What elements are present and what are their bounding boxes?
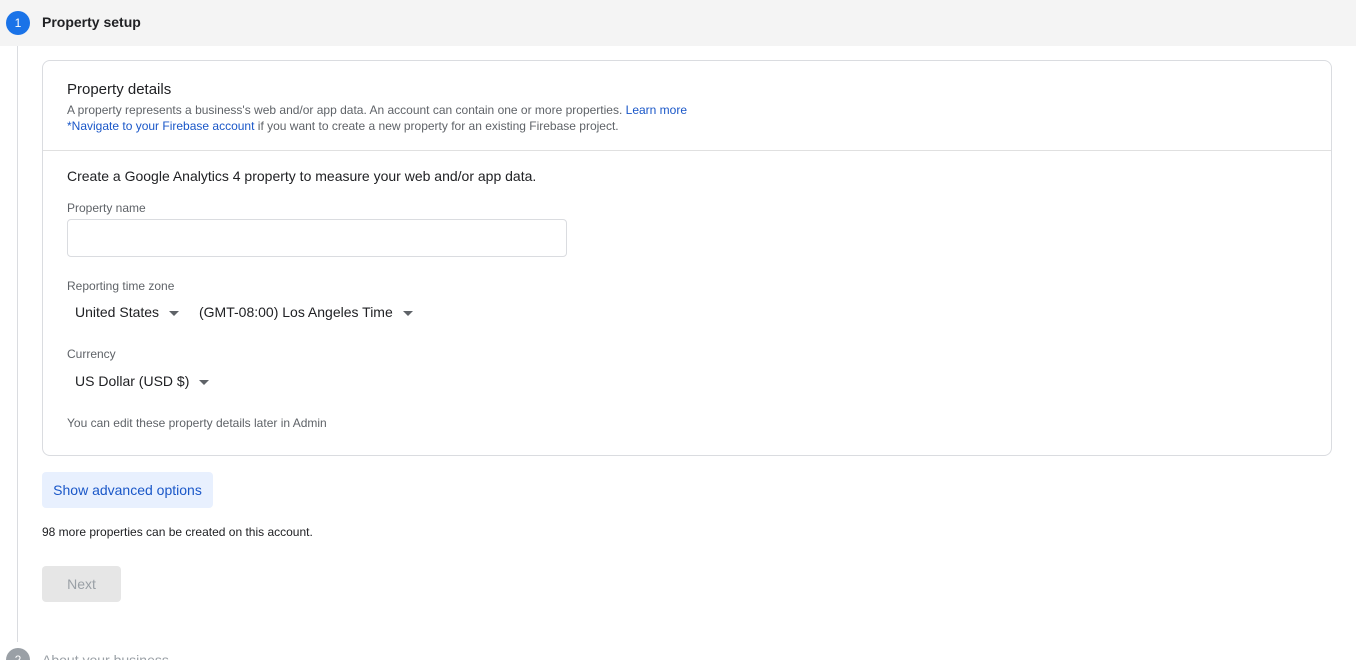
currency-select[interactable]: US Dollar (USD $): [75, 369, 210, 393]
chevron-down-icon: [199, 379, 210, 385]
description-line-2: *Navigate to your Firebase account if yo…: [67, 118, 687, 134]
card-title: Property details: [67, 81, 172, 98]
card-header: Property details A property represents a…: [43, 61, 1331, 151]
card-description: A property represents a business's web a…: [67, 102, 687, 134]
chevron-down-icon: [169, 310, 180, 316]
step-1-title: Property setup: [42, 14, 141, 30]
firebase-account-link[interactable]: *Navigate to your Firebase account: [67, 119, 254, 133]
currency-label: Currency: [67, 347, 116, 361]
timezone-select-value: (GMT-08:00) Los Angeles Time: [199, 304, 393, 320]
property-name-label: Property name: [67, 201, 146, 215]
timezone-label: Reporting time zone: [67, 279, 175, 293]
edit-later-hint: You can edit these property details late…: [67, 416, 327, 430]
description-text: A property represents a business's web a…: [67, 103, 623, 117]
description-line-1: A property represents a business's web a…: [67, 102, 687, 118]
step-2-title[interactable]: About your business: [42, 652, 169, 660]
scrollbar[interactable]: [1356, 0, 1367, 660]
stepper-connector: [17, 46, 18, 642]
firebase-description-text: if you want to create a new property for…: [257, 119, 619, 133]
chevron-down-icon: [402, 310, 413, 316]
next-button[interactable]: Next: [42, 566, 121, 602]
timezone-select[interactable]: (GMT-08:00) Los Angeles Time: [199, 300, 413, 324]
property-setup-page: 1 Property setup Property details A prop…: [0, 0, 1367, 660]
property-name-input[interactable]: [67, 219, 567, 257]
step-2-number: 2: [6, 648, 30, 660]
country-select-value: United States: [75, 304, 160, 320]
property-details-card: Property details A property represents a…: [42, 60, 1332, 456]
currency-select-value: US Dollar (USD $): [75, 373, 190, 389]
step-1-header[interactable]: 1 Property setup: [0, 0, 1356, 46]
step-1-number: 1: [6, 11, 30, 35]
learn-more-link[interactable]: Learn more: [626, 103, 687, 117]
show-advanced-options-button[interactable]: Show advanced options: [42, 472, 213, 508]
country-select[interactable]: United States: [75, 300, 180, 324]
create-property-lead: Create a Google Analytics 4 property to …: [67, 168, 537, 184]
remaining-properties-text: 98 more properties can be created on thi…: [42, 525, 313, 539]
